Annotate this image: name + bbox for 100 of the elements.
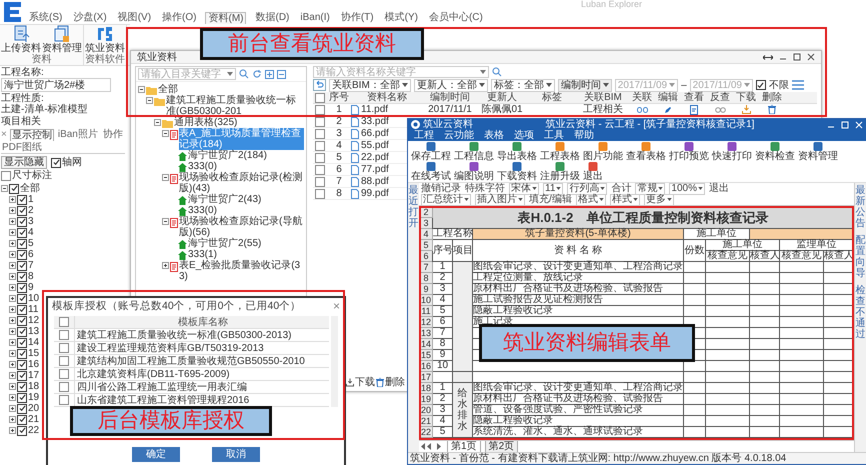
checkbox[interactable]: [59, 395, 69, 405]
checkbox[interactable]: [315, 164, 325, 174]
menu-item[interactable]: 云功能: [444, 130, 474, 141]
toolbar-button[interactable]: 下载: [346, 377, 375, 388]
tree-item[interactable]: 现场验收检查原始记录(检测版)(43): [179, 172, 304, 194]
expand-icon[interactable]: [9, 196, 16, 203]
file-name[interactable]: 88.pdf: [361, 176, 389, 187]
expand-icon[interactable]: [9, 240, 16, 247]
expand-icon[interactable]: [9, 284, 16, 291]
close-button[interactable]: ×: [332, 300, 340, 314]
expand-icon[interactable]: [9, 328, 16, 335]
tree-item[interactable]: 海宁世贸广2(55): [188, 238, 304, 249]
checkbox[interactable]: [17, 338, 27, 348]
collapse-icon[interactable]: [154, 119, 161, 126]
tree-item[interactable]: 15: [28, 348, 40, 359]
side-tab[interactable]: 最新公告: [856, 185, 866, 229]
expand-icon[interactable]: [9, 317, 16, 324]
file-name[interactable]: 22.pdf: [361, 152, 389, 163]
checkbox[interactable]: [17, 294, 27, 304]
checkbox[interactable]: [17, 238, 27, 248]
tree-item[interactable]: 10: [28, 293, 40, 304]
navigation-arrows-icon[interactable]: [421, 443, 443, 450]
sheet-tab[interactable]: 第1页: [447, 440, 481, 452]
toolbar-button[interactable]: 查看表格: [626, 142, 666, 162]
close-icon[interactable]: [807, 53, 815, 61]
toolbar-button[interactable]: 导出表格: [497, 142, 537, 162]
tab[interactable]: 协作: [102, 129, 124, 141]
expand-icon[interactable]: [9, 207, 16, 214]
file-name[interactable]: 55.pdf: [361, 140, 389, 151]
tree-item[interactable]: 9: [28, 282, 34, 293]
checkbox[interactable]: [17, 260, 27, 270]
toolbar-button[interactable]: 编图说明: [454, 162, 494, 182]
toolbar-button[interactable]: 工程表格: [540, 142, 580, 162]
list-icon[interactable]: [792, 80, 804, 90]
dialog-button[interactable]: 确定: [132, 447, 180, 462]
expand-icon[interactable]: [9, 295, 16, 302]
menu-item[interactable]: 选项: [514, 130, 534, 141]
tree-item[interactable]: 17: [28, 370, 40, 381]
checkbox[interactable]: [315, 140, 325, 150]
menu-item[interactable]: 协作(T): [338, 12, 376, 23]
toolbar-button[interactable]: 工程信息: [454, 142, 494, 162]
tab[interactable]: 显示控制: [10, 129, 54, 141]
maximize-icon[interactable]: [793, 53, 801, 61]
tree-item[interactable]: 2: [28, 205, 34, 216]
table-cell[interactable]: 筑子量控资料(5-单体楼): [472, 228, 684, 240]
menu-item[interactable]: 资料(M): [205, 12, 246, 24]
expand-icon[interactable]: [9, 394, 16, 401]
menu-item[interactable]: 会员中心(C): [426, 12, 485, 23]
toolbar-button[interactable]: 在线考试: [411, 162, 451, 182]
format-control[interactable]: 汇总统计: [421, 194, 471, 206]
tree-item[interactable]: 全部: [158, 84, 304, 95]
tree-item[interactable]: 21: [28, 414, 40, 425]
toolbar-button[interactable]: 快速打印: [712, 142, 752, 162]
collapse-icon[interactable]: [1, 185, 8, 192]
expand-icon[interactable]: [9, 361, 16, 368]
format-control[interactable]: 更多: [644, 194, 674, 206]
tree-item[interactable]: 4: [28, 227, 34, 238]
collapse-icon[interactable]: [162, 130, 169, 137]
trash-icon[interactable]: [768, 105, 776, 114]
format-control[interactable]: 样式: [610, 194, 640, 206]
refresh-icon[interactable]: [252, 69, 262, 79]
checkbox[interactable]: [51, 158, 61, 168]
ribbon-button[interactable]: 筑业资料: [85, 25, 125, 54]
menu-item[interactable]: 工具: [544, 130, 564, 141]
format-control[interactable]: 行列高: [567, 182, 608, 194]
toolbar-button[interactable]: 删除: [376, 377, 405, 388]
checkbox[interactable]: [9, 184, 19, 194]
toolbar-button[interactable]: 保存工程: [411, 142, 451, 162]
expand-icon[interactable]: [9, 405, 16, 412]
checkbox[interactable]: [315, 104, 325, 114]
expand-icon[interactable]: [9, 383, 16, 390]
checkbox[interactable]: [59, 369, 69, 379]
tree-item[interactable]: 11: [28, 304, 38, 315]
expand-icon[interactable]: [9, 262, 16, 269]
format-control[interactable]: 11: [543, 182, 564, 194]
tree-item[interactable]: 333(0): [188, 205, 304, 216]
filter-dropdown[interactable]: 更新人：全部: [414, 78, 488, 92]
menu-item[interactable]: 系统(S): [27, 12, 64, 23]
tree-item[interactable]: 海宁世贸广2(184): [188, 150, 304, 161]
format-control[interactable]: 插入图片: [475, 194, 525, 206]
checkbox[interactable]: [17, 360, 27, 370]
menu-item[interactable]: 视图(V): [116, 12, 154, 23]
toolbar-button[interactable]: 资料管理: [798, 142, 838, 162]
side-tab[interactable]: 配置向导: [856, 235, 866, 279]
checkbox[interactable]: [59, 356, 69, 366]
tree-item[interactable]: 20: [28, 403, 40, 414]
checkbox[interactable]: [315, 116, 325, 126]
checkbox[interactable]: [17, 206, 27, 216]
glasses-icon[interactable]: [714, 106, 726, 112]
show-hide-button[interactable]: 显示隐藏: [1, 156, 47, 169]
format-control[interactable]: 特殊字符: [465, 183, 505, 194]
toolbar-button[interactable]: 退出: [583, 162, 603, 182]
menu-item[interactable]: 工程: [414, 130, 434, 141]
checkbox[interactable]: [315, 128, 325, 138]
toolbar-button[interactable]: 打印预览: [669, 142, 709, 162]
tree-item[interactable]: 8: [28, 271, 34, 282]
format-control[interactable]: 格式: [576, 194, 606, 206]
checkbox[interactable]: [315, 176, 325, 186]
filter-dropdown[interactable]: 关联BIM：全部: [329, 78, 411, 92]
checkbox[interactable]: [17, 316, 27, 326]
